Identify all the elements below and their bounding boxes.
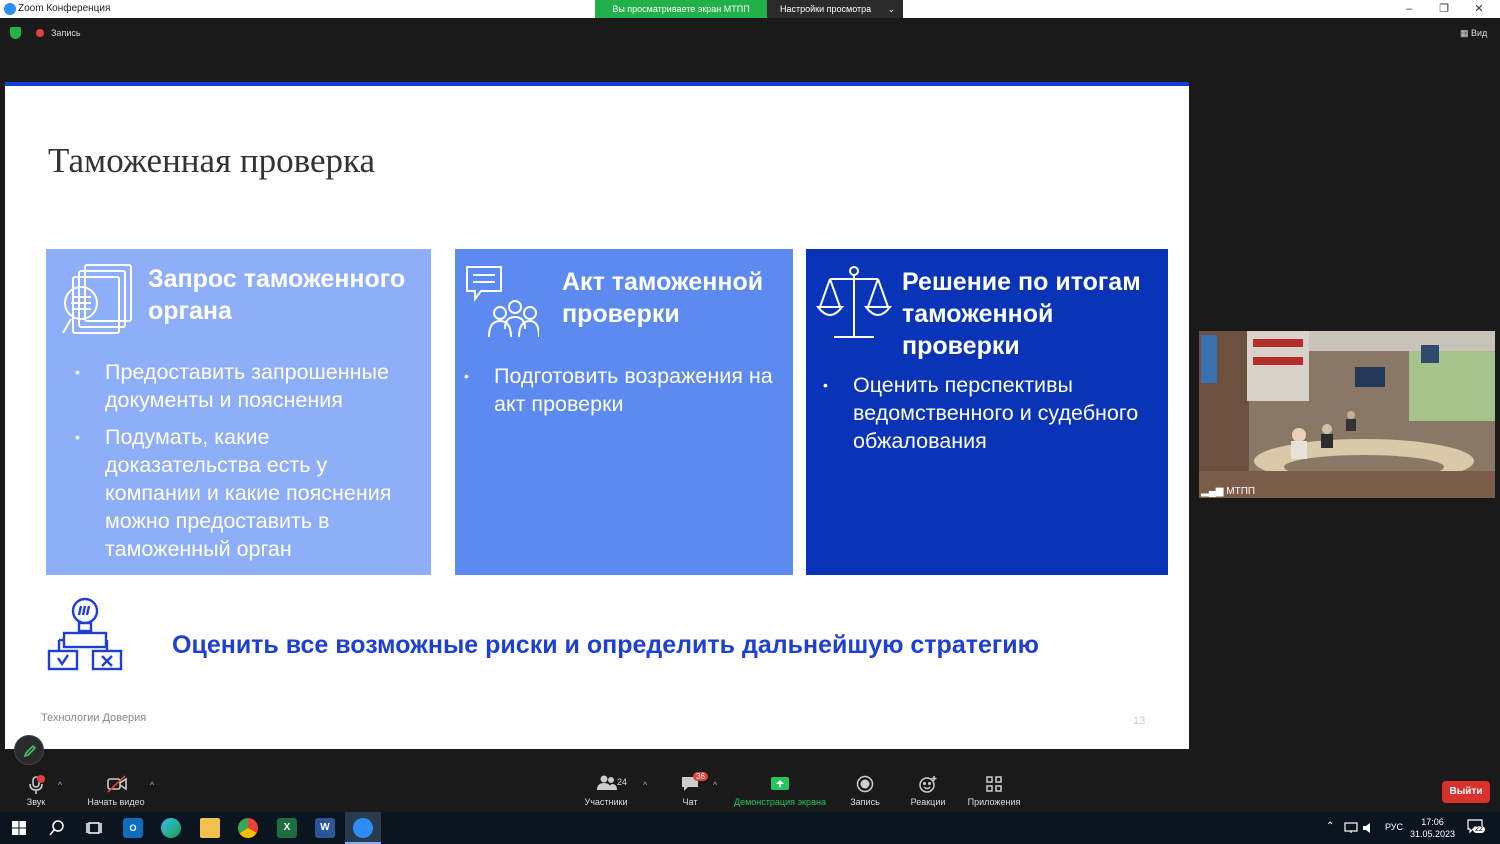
chat-unread-badge: 36 — [693, 772, 708, 781]
zoom-logo-icon — [4, 3, 16, 15]
share-screen-button[interactable]: Демонстрация экрана — [728, 766, 832, 812]
discussion-group-icon — [466, 266, 539, 338]
security-shield-icon[interactable] — [10, 27, 21, 39]
leave-meeting-button[interactable]: Выйти — [1442, 781, 1490, 803]
participants-button[interactable]: 24 Участники — [578, 766, 634, 812]
microphone-icon — [29, 775, 45, 794]
edge-icon[interactable] — [161, 818, 181, 838]
meeting-topbar: Запись ▦ Вид — [0, 18, 1500, 48]
audio-button[interactable]: Звук — [18, 766, 54, 812]
chat-options-chevron-icon[interactable]: ^ — [713, 780, 717, 790]
card-customs-request: Запрос таможенного органа Предоставить з… — [46, 249, 431, 575]
card-bullets: Подготовить возражения на акт проверки — [464, 362, 784, 427]
card-heading: Решение по итогам таможенной проверки — [902, 268, 1141, 360]
record-label: Запись — [850, 797, 880, 807]
share-screen-label: Демонстрация экрана — [734, 797, 826, 807]
zoom-taskbar-item[interactable] — [345, 812, 381, 844]
view-label: Вид — [1471, 28, 1488, 38]
meeting-toolbar: Звук ^ Начать видео ^ 24 Участники ^ 36 … — [0, 766, 1500, 812]
record-icon — [856, 775, 874, 793]
apps-label: Приложения — [967, 797, 1021, 807]
notifications-button[interactable]: 22 — [1467, 818, 1485, 836]
windows-taskbar: O X W ⌃ РУС 17:06 31.05.2023 22 — [0, 812, 1500, 844]
card-bullets: Предоставить запрошенные документы и поя… — [75, 358, 425, 572]
chat-button[interactable]: 36 Чат — [676, 766, 708, 812]
zoom-app-icon — [353, 818, 373, 838]
bullet-item: Подготовить возражения на акт проверки — [464, 362, 784, 418]
card-heading: Акт таможенной проверки — [562, 268, 764, 328]
view-settings-label: Настройки просмотра — [780, 4, 872, 14]
task-view-icon[interactable] — [84, 818, 104, 838]
bullet-item: Подумать, какие доказательства есть у ко… — [75, 423, 425, 563]
minimize-button[interactable]: – — [1392, 0, 1426, 18]
grid-icon: ▦ — [1460, 28, 1472, 38]
outlook-icon[interactable]: O — [123, 818, 143, 838]
strategy-conclusion: Оценить все возможные риски и определить… — [172, 631, 1040, 659]
start-video-button[interactable]: Начать видео — [84, 766, 148, 812]
video-off-icon — [107, 775, 127, 793]
participants-label: Участники — [584, 797, 628, 807]
conference-room-video-image — [1199, 331, 1495, 498]
clock-time: 17:06 — [1421, 817, 1444, 827]
audio-label: Звук — [26, 797, 46, 807]
participants-icon — [597, 775, 617, 790]
video-options-chevron-icon[interactable]: ^ — [150, 780, 154, 790]
audio-options-chevron-icon[interactable]: ^ — [58, 780, 62, 790]
restore-button[interactable]: ❐ — [1427, 0, 1461, 18]
chrome-icon[interactable] — [238, 818, 258, 838]
tray-expand-chevron-icon[interactable]: ⌃ — [1326, 821, 1334, 832]
strategy-lightbulb-icon — [47, 597, 123, 671]
start-video-label: Начать видео — [87, 797, 145, 807]
share-screen-icon — [771, 777, 789, 790]
reactions-smiley-icon — [919, 776, 937, 793]
pencil-icon — [23, 744, 37, 758]
signal-bars-icon: ▂▄▆ — [1201, 486, 1227, 497]
slide-page-number: 13 — [1133, 715, 1146, 727]
file-explorer-icon[interactable] — [200, 818, 220, 838]
recording-label[interactable]: Запись — [51, 28, 81, 38]
bullet-item: Оценить перспективы ведомственного и суд… — [823, 371, 1163, 455]
bullet-item: Предоставить запрошенные документы и поя… — [75, 358, 425, 414]
scales-icon — [816, 266, 892, 338]
apps-icon — [986, 776, 1002, 792]
participant-name-label: ▂▄▆ МТПП — [1201, 486, 1255, 497]
slide-footer: Технологии Доверия — [41, 712, 147, 724]
card-bullets: Оценить перспективы ведомственного и суд… — [823, 371, 1163, 464]
chat-label: Чат — [682, 797, 698, 807]
search-icon[interactable] — [47, 818, 67, 838]
close-button[interactable]: ✕ — [1462, 0, 1496, 18]
documents-icon — [62, 264, 132, 334]
window-title: Zoom Конференция — [18, 3, 111, 14]
record-button[interactable]: Запись — [846, 766, 884, 812]
participant-name: МТПП — [1226, 486, 1256, 497]
screen-share-banner: Вы просматриваете экран МТПП — [595, 0, 767, 18]
network-icon[interactable] — [1344, 822, 1358, 834]
clock-date: 31.05.2023 — [1410, 829, 1456, 839]
word-icon[interactable]: W — [315, 818, 335, 838]
reactions-button[interactable]: Реакции — [906, 766, 950, 812]
notification-count: 22 — [1473, 826, 1485, 833]
card-inspection-decision: Решение по итогам таможенной проверки Оц… — [806, 249, 1168, 575]
excel-icon[interactable]: X — [277, 818, 297, 838]
participants-count: 24 — [617, 777, 628, 787]
shared-slide: Таможенная проверка Запрос таможенного о… — [5, 82, 1189, 765]
apps-button[interactable]: Приложения — [962, 766, 1026, 812]
view-button[interactable]: ▦ Вид — [1460, 28, 1487, 39]
input-language[interactable]: РУС — [1385, 822, 1403, 832]
card-inspection-act: Акт таможенной проверки Подготовить возр… — [455, 249, 793, 575]
windows-start-icon[interactable] — [9, 818, 29, 838]
participant-video-tile[interactable] — [1199, 331, 1495, 498]
participants-options-chevron-icon[interactable]: ^ — [643, 780, 647, 790]
annotate-button[interactable] — [14, 735, 44, 765]
reactions-label: Реакции — [910, 797, 946, 807]
card-heading: Запрос таможенного органа — [148, 265, 406, 325]
volume-icon[interactable] — [1362, 822, 1376, 834]
view-settings-button[interactable]: Настройки просмотра ⌄ — [767, 0, 903, 18]
chevron-down-icon: ⌄ — [887, 4, 895, 14]
tray-clock[interactable]: 17:06 31.05.2023 — [1410, 816, 1455, 840]
slide-title: Таможенная проверка — [48, 141, 376, 180]
recording-dot-icon — [36, 29, 44, 37]
